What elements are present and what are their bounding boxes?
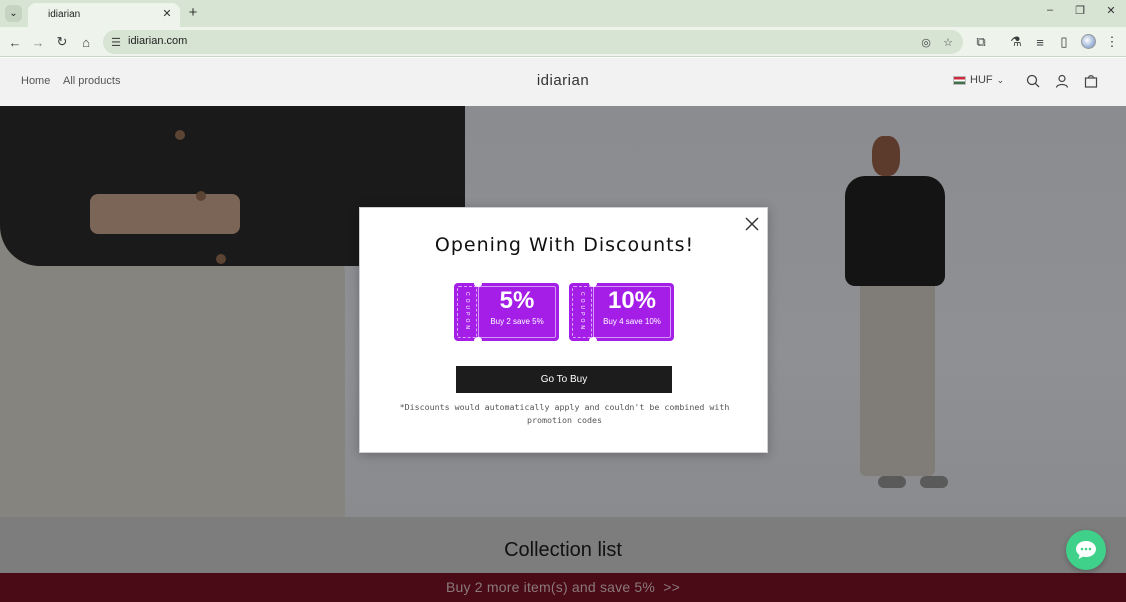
address-bar[interactable]: ☰ idiarian.com ◎ ☆ [103,30,963,54]
close-window-icon[interactable]: ✕ [1104,4,1118,17]
coupon-notch [474,337,482,344]
popup-close-icon[interactable] [744,216,760,232]
chat-bubble-icon [1076,541,1096,559]
reload-icon[interactable]: ↻ [53,33,71,51]
coupon-notch [589,337,597,344]
browser-tab-bar: ⌄ idiarian ✕ + – ❐ ✕ [0,0,1126,27]
promo-text[interactable]: Buy 2 more item(s) and save 5% >> [446,579,680,595]
hero-model-midriff [90,194,240,234]
tab-title: idiarian [48,9,81,20]
forward-icon[interactable]: → [29,33,47,51]
coupon-desc: Buy 4 save 10% [603,317,661,326]
coupon-side-label: COUPON [457,286,477,338]
browser-toolbar: ← → ↻ ⌂ ☰ idiarian.com ◎ ☆ ⧉ ⚗ ≡ ▯ ⋮ [0,27,1126,57]
hero-model-standing [840,131,950,501]
popup-title: Opening With Discounts! [434,234,695,256]
chevron-down-icon: ⌄ [996,74,1005,85]
jacket-button [175,130,185,140]
coupon-10-percent: COUPON 10% Buy 4 save 10% [569,280,674,344]
tab-search-icon[interactable]: ⌄ [5,5,22,22]
restore-icon[interactable]: ❐ [1073,4,1087,17]
side-panel-icon[interactable]: ▯ [1055,33,1073,51]
chat-button[interactable] [1066,530,1106,570]
jacket-button [216,254,226,264]
go-to-buy-button[interactable]: Go To Buy [456,366,672,393]
media-icon[interactable]: ≡ [1031,33,1049,51]
tab-close-icon[interactable]: ✕ [160,7,174,20]
profile-avatar[interactable] [1081,34,1096,49]
model-head [872,136,900,176]
coupon-5-percent: COUPON 5% Buy 2 save 5% [454,280,559,344]
account-icon[interactable] [1055,74,1069,88]
currency-label: HUF [970,74,993,86]
extensions-icon[interactable]: ⧉ [972,33,990,51]
coupon-value: 10% [607,287,657,314]
url-text: idiarian.com [128,35,188,47]
collection-title: Collection list [504,539,622,561]
coupon-notch [589,280,597,287]
jacket-button [196,191,206,201]
popup-disclaimer: *Discounts would automatically apply and… [399,402,730,425]
eye-off-icon[interactable]: ◎ [918,34,934,50]
search-icon[interactable] [1026,74,1040,88]
coupon-desc: Buy 2 save 5% [490,317,544,326]
model-jacket [845,176,945,286]
cart-icon[interactable] [1084,74,1098,88]
coupon-notch [474,280,482,287]
promo-bar[interactable]: Buy 2 more item(s) and save 5% >> [0,573,1126,602]
collection-section: Collection list [0,517,1126,573]
coupon-value: 5% [499,287,535,314]
site-header: Home All products idiarian HUF ⌄ [0,58,1126,106]
new-tab-icon[interactable]: + [186,5,200,21]
model-pants [860,261,935,476]
discount-popup: Opening With Discounts! COUPON 5% Buy 2 … [359,207,768,453]
coupon-side-text: COUPON [464,292,470,332]
back-icon[interactable]: ← [6,33,24,51]
browser-tab[interactable]: idiarian ✕ [28,3,180,27]
hungary-flag-icon [953,75,966,85]
model-shoe [878,476,906,488]
coupon-side-text: COUPON [579,292,585,332]
home-icon[interactable]: ⌂ [77,33,95,51]
menu-kebab-icon[interactable]: ⋮ [1103,33,1121,51]
model-shoe [920,476,948,488]
minimize-icon[interactable]: – [1043,4,1057,16]
coupon-side-label: COUPON [572,286,592,338]
bookmark-star-icon[interactable]: ☆ [940,34,956,50]
labs-icon[interactable]: ⚗ [1007,33,1025,51]
currency-selector[interactable]: HUF ⌄ [953,74,1004,86]
site-info-icon[interactable]: ☰ [108,34,124,50]
